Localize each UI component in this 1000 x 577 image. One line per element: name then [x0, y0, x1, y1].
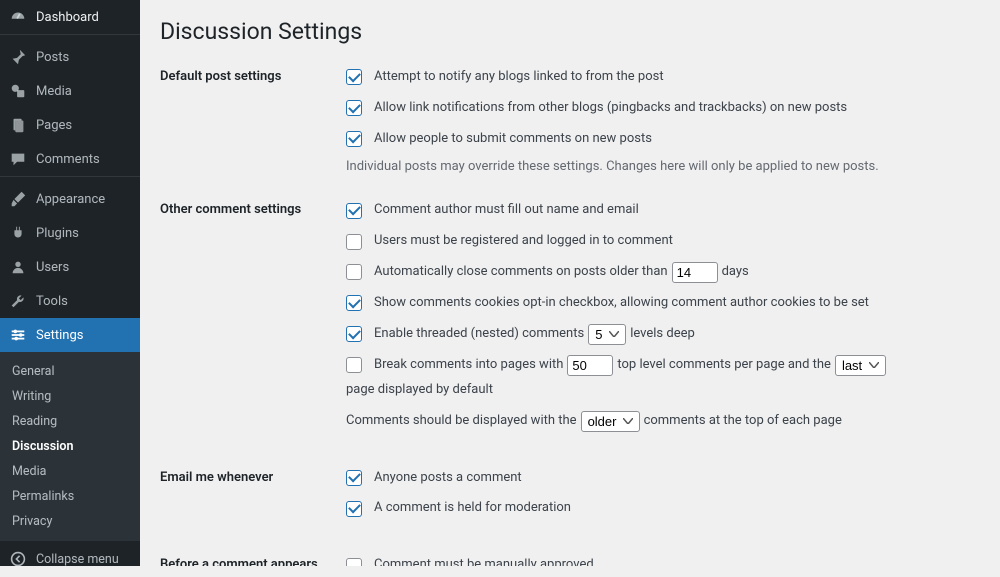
checkbox-require-registration[interactable]	[346, 234, 362, 250]
option-label: Users must be registered and logged in t…	[374, 231, 673, 252]
checkbox-email-anyone-posts[interactable]	[346, 470, 362, 486]
page-title: Discussion Settings	[160, 18, 980, 45]
submenu-writing[interactable]: Writing	[0, 384, 140, 409]
option-label: Comment author must fill out name and em…	[374, 200, 639, 221]
brush-icon	[8, 189, 28, 209]
sidebar-label: Tools	[36, 294, 68, 309]
section-heading: Default post settings	[160, 67, 346, 84]
select-thread-depth[interactable]: 5	[588, 324, 626, 345]
submenu-general[interactable]: General	[0, 359, 140, 384]
section-heading: Email me whenever	[160, 468, 346, 485]
collapse-menu-button[interactable]: Collapse menu	[0, 541, 140, 577]
option-label: Break comments into pages with	[374, 355, 563, 376]
settings-icon	[8, 325, 28, 345]
checkbox-allow-pingbacks[interactable]	[346, 100, 362, 116]
submenu-discussion[interactable]: Discussion	[0, 434, 140, 459]
user-icon	[8, 257, 28, 277]
section-default-post: Default post settings Attempt to notify …	[160, 67, 980, 174]
input-comments-per-page[interactable]	[567, 355, 613, 376]
plugin-icon	[8, 223, 28, 243]
sidebar-item-posts[interactable]: Posts	[0, 40, 140, 74]
page-icon	[8, 115, 28, 135]
option-label: A comment is held for moderation	[374, 498, 571, 519]
checkbox-autoclose[interactable]	[346, 264, 362, 280]
sidebar-item-tools[interactable]: Tools	[0, 284, 140, 318]
option-label: Anyone posts a comment	[374, 468, 522, 489]
sidebar-label: Posts	[36, 50, 69, 65]
collapse-label: Collapse menu	[36, 552, 119, 567]
option-label: Comments should be displayed with the	[346, 411, 577, 432]
sidebar-item-media[interactable]: Media	[0, 74, 140, 108]
section-email-whenever: Email me whenever Anyone posts a comment…	[160, 468, 980, 530]
section-heading: Before a comment appears	[160, 555, 346, 566]
select-comment-order[interactable]: older	[581, 411, 640, 432]
option-label: Comment must be manually approved	[374, 555, 594, 566]
section-before-comment: Before a comment appears Comment must be…	[160, 555, 980, 566]
submenu-media[interactable]: Media	[0, 459, 140, 484]
dashboard-icon	[8, 7, 28, 27]
option-label: comments at the top of each page	[644, 411, 842, 432]
submenu-privacy[interactable]: Privacy	[0, 509, 140, 534]
sidebar-label: Comments	[36, 152, 100, 167]
option-label: page displayed by default	[346, 380, 493, 401]
checkbox-manual-approve[interactable]	[346, 558, 362, 566]
submenu-permalinks[interactable]: Permalinks	[0, 484, 140, 509]
section-other-comment: Other comment settings Comment author mu…	[160, 200, 980, 441]
checkbox-require-name-email[interactable]	[346, 203, 362, 219]
option-label: Attempt to notify any blogs linked to fr…	[374, 67, 664, 88]
media-icon	[8, 81, 28, 101]
checkbox-allow-comments[interactable]	[346, 131, 362, 147]
checkbox-threaded[interactable]	[346, 326, 362, 342]
pin-icon	[8, 47, 28, 67]
section-note: Individual posts may override these sett…	[346, 159, 980, 174]
submenu-reading[interactable]: Reading	[0, 409, 140, 434]
option-label: Show comments cookies opt-in checkbox, a…	[374, 293, 869, 314]
option-label: days	[722, 262, 749, 283]
sidebar-label: Pages	[36, 118, 72, 133]
admin-sidebar: Dashboard Posts Media Pages Comments App…	[0, 0, 140, 566]
collapse-icon	[8, 549, 28, 569]
select-default-page[interactable]: last	[835, 355, 886, 376]
checkbox-paginate[interactable]	[346, 357, 362, 373]
option-label: Allow link notifications from other blog…	[374, 98, 847, 119]
main-content: Discussion Settings Default post setting…	[140, 0, 1000, 566]
sidebar-item-dashboard[interactable]: Dashboard	[0, 0, 140, 34]
settings-submenu: General Writing Reading Discussion Media…	[0, 352, 140, 541]
sidebar-item-appearance[interactable]: Appearance	[0, 182, 140, 216]
option-label: Automatically close comments on posts ol…	[374, 262, 668, 283]
wrench-icon	[8, 291, 28, 311]
sidebar-label: Appearance	[36, 192, 105, 207]
sidebar-label: Plugins	[36, 226, 79, 241]
sidebar-label: Settings	[36, 328, 83, 343]
sidebar-item-comments[interactable]: Comments	[0, 142, 140, 176]
sidebar-item-pages[interactable]: Pages	[0, 108, 140, 142]
section-heading: Other comment settings	[160, 200, 346, 217]
sidebar-label: Media	[36, 84, 72, 99]
checkbox-email-held-moderation[interactable]	[346, 501, 362, 517]
comment-icon	[8, 149, 28, 169]
option-label: Enable threaded (nested) comments	[374, 324, 584, 345]
option-label: levels deep	[630, 324, 695, 345]
sidebar-label: Users	[36, 260, 69, 275]
option-label: Allow people to submit comments on new p…	[374, 129, 652, 150]
sidebar-item-settings[interactable]: Settings	[0, 318, 140, 352]
sidebar-item-users[interactable]: Users	[0, 250, 140, 284]
checkbox-notify-blogs[interactable]	[346, 69, 362, 85]
input-autoclose-days[interactable]	[672, 262, 718, 283]
sidebar-item-plugins[interactable]: Plugins	[0, 216, 140, 250]
option-label: top level comments per page and the	[617, 355, 831, 376]
checkbox-cookies-optin[interactable]	[346, 295, 362, 311]
sidebar-label: Dashboard	[36, 10, 99, 25]
